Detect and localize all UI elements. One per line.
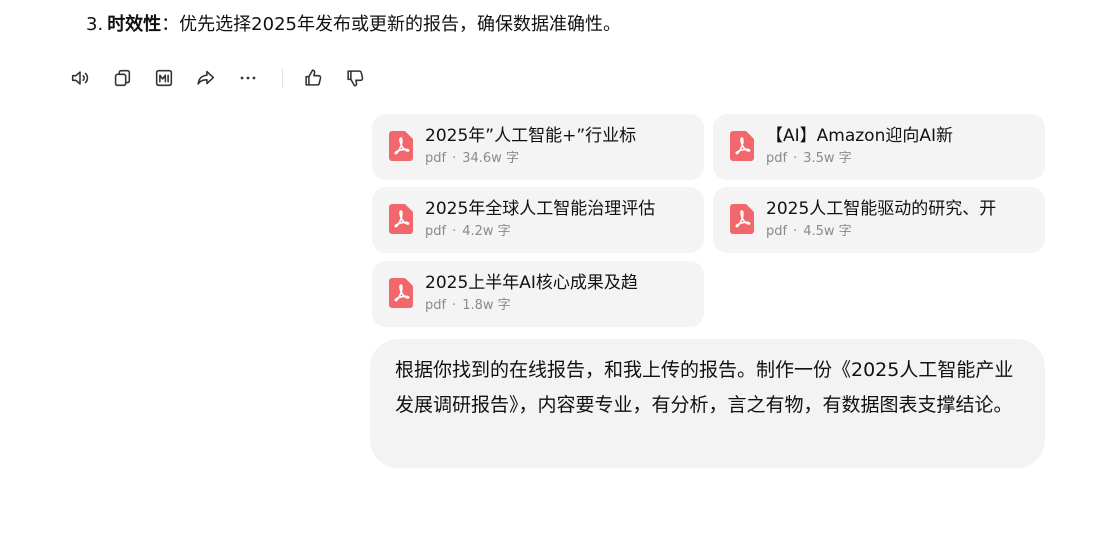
copy-button[interactable] xyxy=(108,64,136,92)
pdf-file-icon xyxy=(389,278,413,308)
more-icon xyxy=(240,76,256,80)
file-type: pdf xyxy=(425,151,447,166)
file-type: pdf xyxy=(425,298,447,313)
file-card[interactable]: 2025年”人工智能+”行业标 pdf · 34.6w 字 xyxy=(372,114,704,180)
answer-point: 3. 时效性：优先选择2025年发布或更新的报告，确保数据准确性。 xyxy=(86,12,621,38)
speaker-button[interactable] xyxy=(66,64,94,92)
file-name: 2025人工智能驱动的研究、开 xyxy=(766,199,997,219)
file-size: 4.2w 字 xyxy=(462,224,511,239)
thumbs-up-button[interactable] xyxy=(299,64,327,92)
pdf-file-icon xyxy=(730,204,754,234)
divider xyxy=(282,69,283,87)
file-meta: pdf · 34.6w 字 xyxy=(425,151,519,166)
thumbs-up-icon xyxy=(305,69,322,86)
file-name: 2025年全球人工智能治理评估 xyxy=(425,199,656,219)
file-meta: pdf · 4.5w 字 xyxy=(766,224,852,239)
file-card[interactable]: 2025上半年AI核心成果及趋 pdf · 1.8w 字 xyxy=(372,261,704,327)
pdf-file-icon xyxy=(389,131,413,161)
share-button[interactable] xyxy=(192,64,220,92)
share-icon xyxy=(197,70,215,85)
copy-icon xyxy=(114,69,131,87)
user-message-bubble: 根据你找到的在线报告，和我上传的报告。制作一份《2025人工智能产业发展调研报告… xyxy=(370,339,1045,468)
file-meta: pdf · 3.5w 字 xyxy=(766,151,852,166)
file-size: 1.8w 字 xyxy=(462,298,511,313)
file-size: 3.5w 字 xyxy=(803,151,852,166)
file-card[interactable]: 【AI】Amazon迎向AI新 pdf · 3.5w 字 xyxy=(713,114,1045,180)
pdf-file-icon xyxy=(389,204,413,234)
file-type: pdf xyxy=(766,224,788,239)
speaker-icon xyxy=(71,71,89,85)
file-meta: pdf · 1.8w 字 xyxy=(425,298,511,313)
more-button[interactable] xyxy=(234,64,262,92)
file-size: 34.6w 字 xyxy=(462,151,519,166)
point-text: ：优先选择2025年发布或更新的报告，确保数据准确性。 xyxy=(161,14,621,35)
chart-button[interactable] xyxy=(150,64,178,92)
file-type: pdf xyxy=(425,224,447,239)
message-action-bar xyxy=(66,64,383,92)
file-name: 2025年”人工智能+”行业标 xyxy=(425,126,637,146)
file-card[interactable]: 2025人工智能驱动的研究、开 pdf · 4.5w 字 xyxy=(713,187,1045,253)
point-title: 时效性 xyxy=(107,14,162,35)
thumbs-down-icon xyxy=(347,70,364,87)
file-card[interactable]: 2025年全球人工智能治理评估 pdf · 4.2w 字 xyxy=(372,187,704,253)
pdf-file-icon xyxy=(730,131,754,161)
file-size: 4.5w 字 xyxy=(803,224,852,239)
file-name: 2025上半年AI核心成果及趋 xyxy=(425,273,638,293)
file-meta: pdf · 4.2w 字 xyxy=(425,224,511,239)
thumbs-down-button[interactable] xyxy=(341,64,369,92)
file-name: 【AI】Amazon迎向AI新 xyxy=(766,126,953,146)
file-type: pdf xyxy=(766,151,788,166)
chart-icon xyxy=(155,69,173,87)
user-message-text: 根据你找到的在线报告，和我上传的报告。制作一份《2025人工智能产业发展调研报告… xyxy=(395,359,1014,416)
point-number: 3. xyxy=(86,14,104,35)
